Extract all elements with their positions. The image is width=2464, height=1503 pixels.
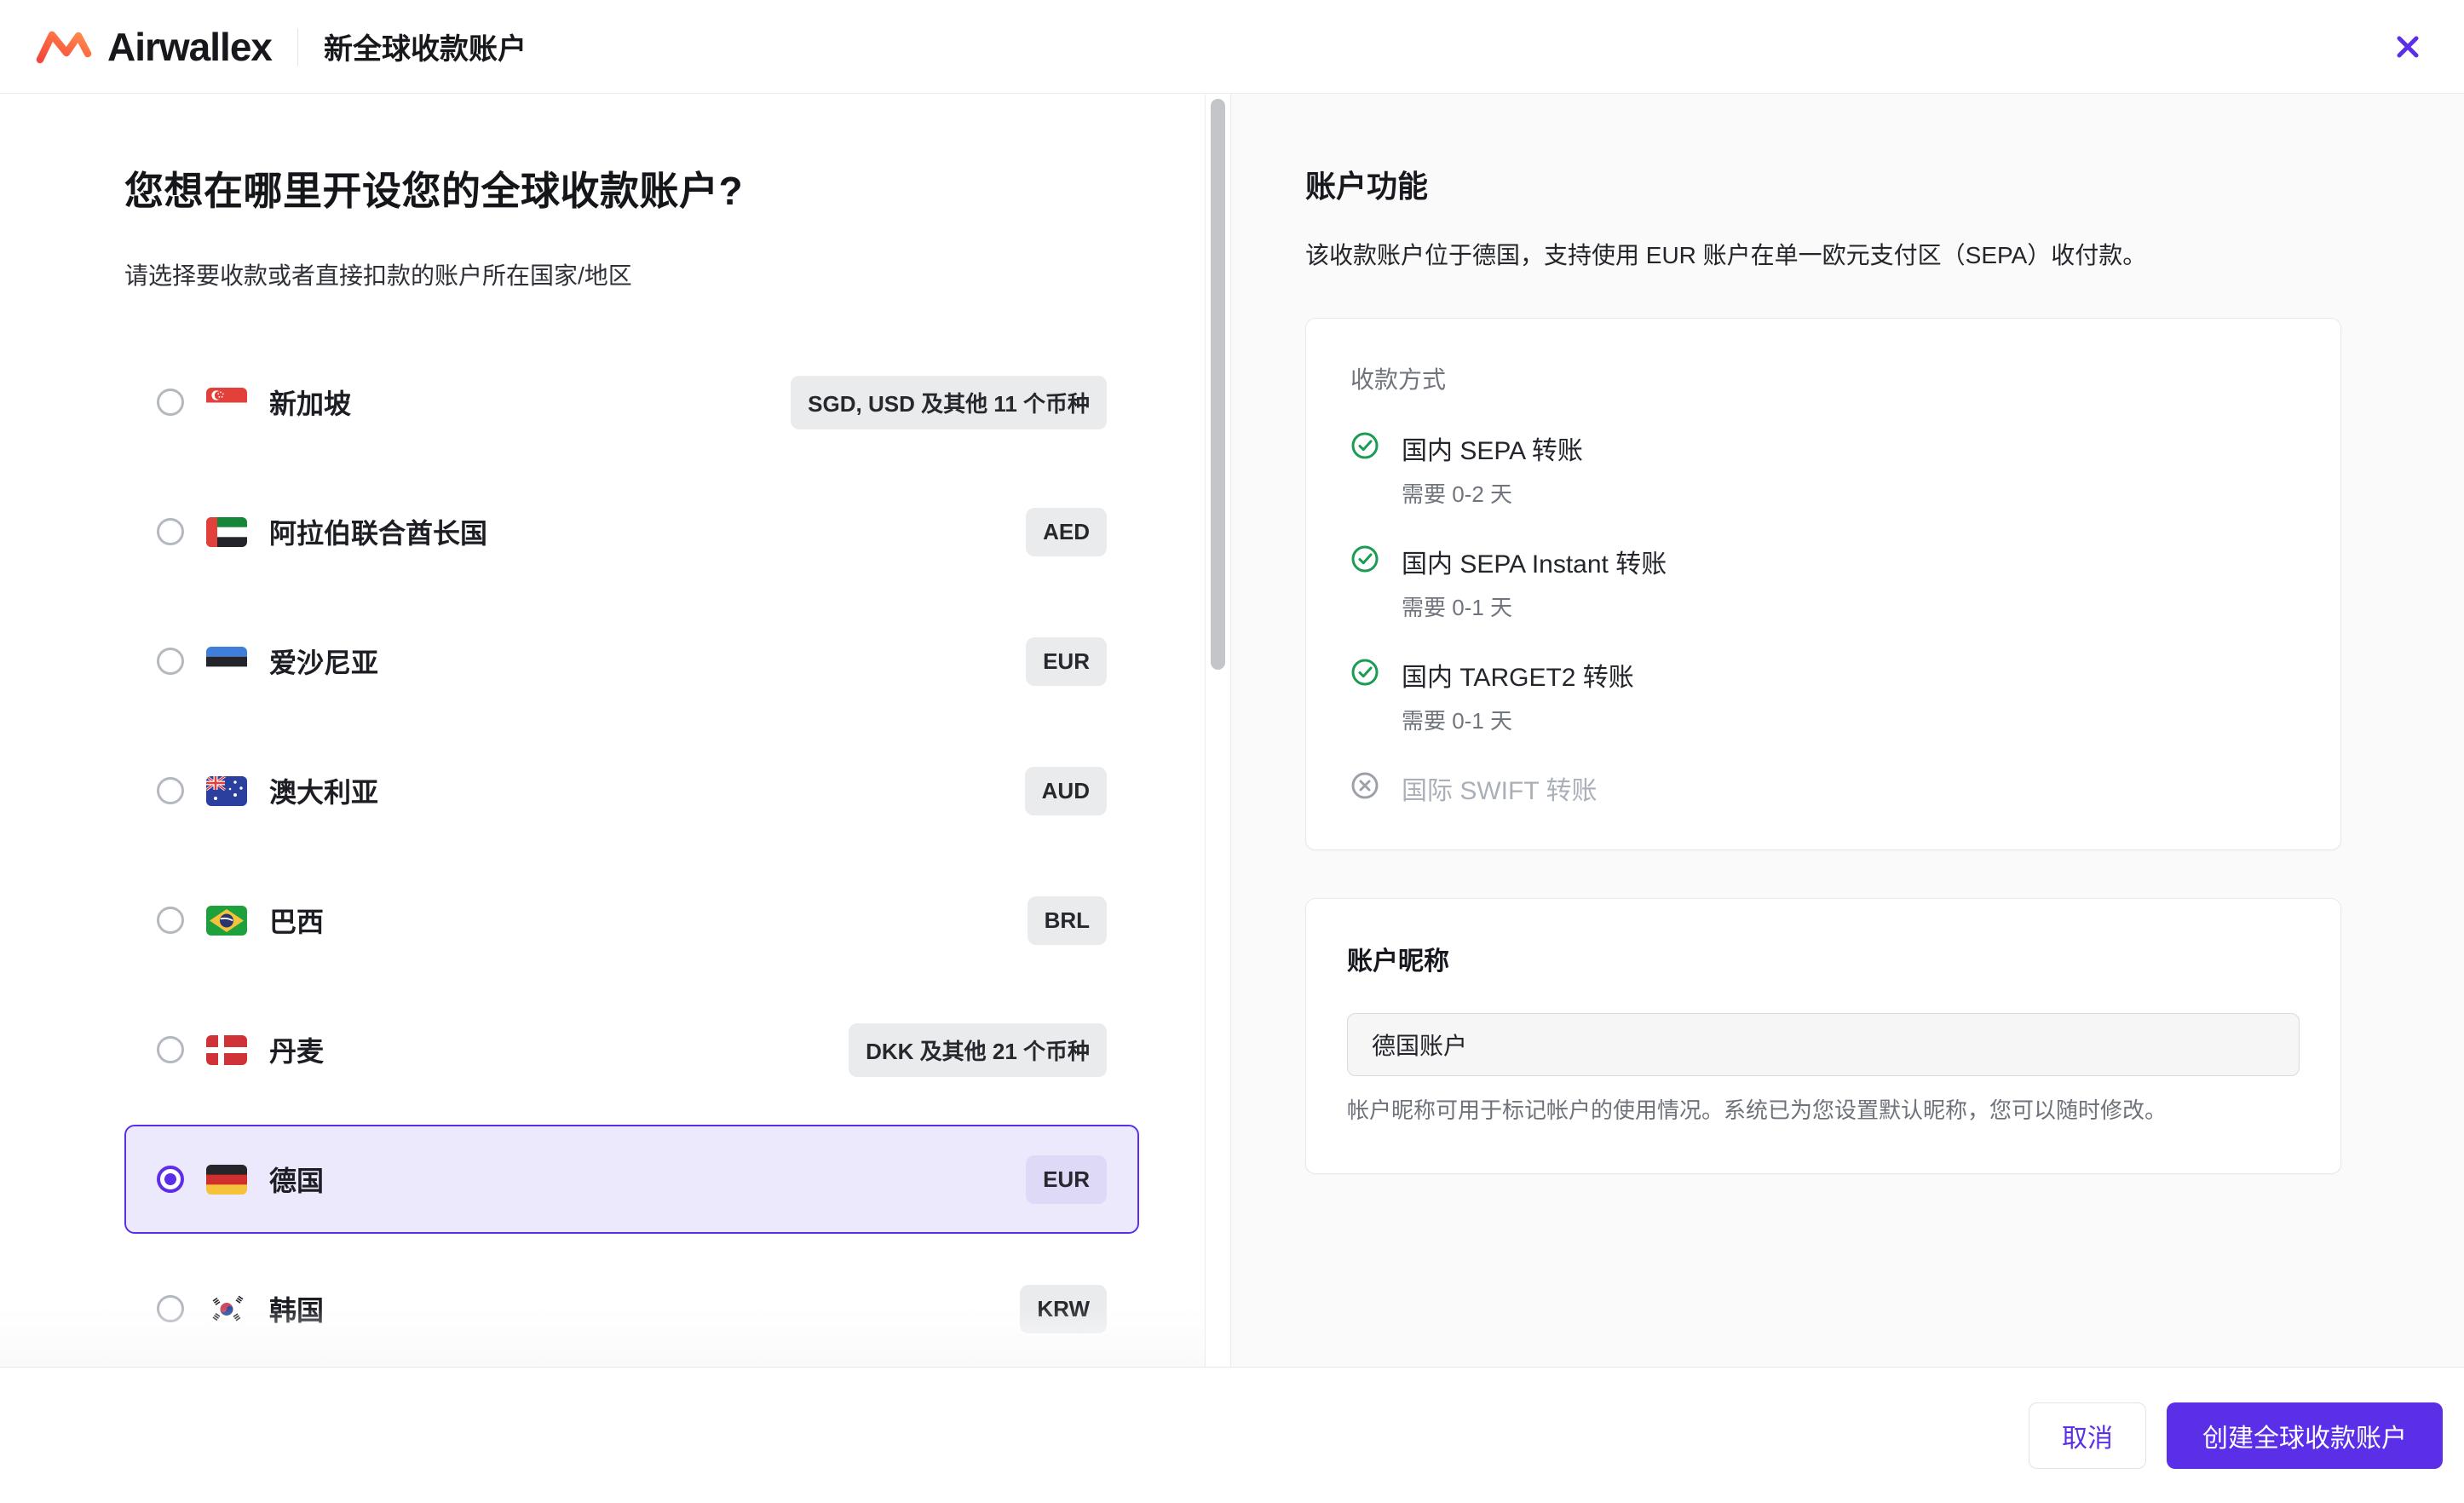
country-question-heading: 您想在哪里开设您的全球收款账户? [124, 169, 744, 213]
method-title: 国内 TARGET2 转账 [1402, 663, 1634, 692]
account-nickname-label: 账户昵称 [1347, 947, 1449, 976]
method-title: 国内 SEPA Instant 转账 [1402, 550, 1667, 579]
radio-australia[interactable] [157, 777, 184, 804]
currency-badge: DKK 及其他 21 个币种 [849, 1022, 1107, 1077]
country-name: 韩国 [269, 1295, 325, 1326]
airwallex-logo: Airwallex [36, 24, 273, 70]
method-title: 国际 SWIFT 转账 [1402, 776, 1598, 805]
page-title: 新全球收款账户 [324, 33, 527, 66]
country-name: 德国 [269, 1166, 325, 1196]
currency-badge: EUR [1026, 636, 1107, 686]
account-nickname-helper: 帐户昵称可用于标记帐户的使用情况。系统已为您设置默认昵称，您可以随时修改。 [1347, 1097, 2168, 1123]
flag-brazil-icon [206, 905, 247, 936]
country-row-estonia[interactable]: 爱沙尼亚 EUR [124, 607, 1139, 716]
currency-badge: AED [1026, 507, 1107, 556]
radio-denmark[interactable] [157, 1036, 184, 1063]
currency-badge: BRL [1027, 895, 1107, 945]
cancel-button[interactable]: 取消 [2029, 1402, 2146, 1469]
create-account-button[interactable]: 创建全球收款账户 [2167, 1402, 2443, 1469]
flag-germany-icon [206, 1164, 247, 1195]
method-title: 国内 SEPA 转账 [1402, 436, 1583, 465]
check-circle-icon [1351, 545, 1379, 573]
country-name: 澳大利亚 [269, 777, 379, 808]
radio-singapore[interactable] [157, 389, 184, 416]
method-duration: 需要 0-1 天 [1402, 594, 1513, 620]
header-divider [297, 27, 298, 66]
modal-footer: 取消 创建全球收款账户 [0, 1367, 2464, 1503]
country-name: 巴西 [269, 907, 325, 937]
flag-singapore-icon [206, 387, 247, 418]
country-question-subtitle: 请选择要收款或者直接扣款的账户所在国家/地区 [124, 262, 632, 289]
scrollbar-thumb[interactable] [1211, 99, 1225, 670]
method-sepa-transfer: 国内 SEPA 转账 需要 0-2 天 [1350, 429, 2296, 509]
currency-badge: SGD, USD 及其他 11 个币种 [791, 375, 1107, 429]
account-nickname-card: 账户昵称 帐户昵称可用于标记帐户的使用情况。系统已为您设置默认昵称，您可以随时修… [1305, 897, 2341, 1174]
radio-germany[interactable] [157, 1166, 184, 1193]
collection-methods-card: 收款方式 国内 SEPA 转账 需要 0-2 天 国内 SEPA Instant [1305, 317, 2341, 850]
method-swift-transfer: 国际 SWIFT 转账 [1350, 769, 2296, 807]
radio-brazil[interactable] [157, 907, 184, 934]
currency-badge: AUD [1024, 766, 1107, 815]
country-row-germany[interactable]: 德国 EUR [124, 1125, 1139, 1234]
flag-estonia-icon [206, 646, 247, 677]
account-features-heading: 账户功能 [1305, 169, 1429, 204]
flag-denmark-icon [206, 1034, 247, 1065]
check-circle-icon [1351, 432, 1379, 459]
country-row-south-korea[interactable]: 韩国 KRW [124, 1254, 1139, 1363]
account-features-pane: 账户功能 该收款账户位于德国，支持使用 EUR 账户在单一欧元支付区（SEPA）… [1230, 94, 2464, 1367]
country-row-australia[interactable]: 澳大利亚 AUD [124, 736, 1139, 845]
collection-methods-label: 收款方式 [1350, 366, 1447, 393]
flag-south-korea-icon [206, 1293, 247, 1324]
country-name: 丹麦 [269, 1036, 325, 1067]
country-select-pane: 您想在哪里开设您的全球收款账户? 请选择要收款或者直接扣款的账户所在国家/地区 [0, 94, 1206, 1367]
flag-australia-icon [206, 775, 247, 806]
modal-header: Airwallex 新全球收款账户 [0, 0, 2464, 94]
account-features-description: 该收款账户位于德国，支持使用 EUR 账户在单一欧元支付区（SEPA）收付款。 [1305, 242, 2147, 268]
method-target2-transfer: 国内 TARGET2 转账 需要 0-1 天 [1350, 656, 2296, 735]
currency-badge: KRW [1020, 1284, 1107, 1333]
country-row-uae[interactable]: 阿拉伯联合酋长国 AED [124, 477, 1139, 586]
country-name: 新加坡 [269, 389, 352, 419]
country-name: 阿拉伯联合酋长国 [269, 518, 488, 549]
account-nickname-input[interactable] [1347, 1012, 2300, 1076]
airwallex-wordmark: Airwallex [107, 24, 273, 69]
modal-body: 您想在哪里开设您的全球收款账户? 请选择要收款或者直接扣款的账户所在国家/地区 [0, 94, 2464, 1367]
radio-uae[interactable] [157, 518, 184, 545]
close-icon [2397, 36, 2419, 57]
radio-south-korea[interactable] [157, 1295, 184, 1322]
method-sepa-instant-transfer: 国内 SEPA Instant 转账 需要 0-1 天 [1350, 543, 2296, 622]
cross-circle-icon [1351, 772, 1379, 799]
airwallex-logo-icon [36, 31, 92, 63]
country-row-brazil[interactable]: 巴西 BRL [124, 866, 1139, 975]
close-button[interactable] [2384, 23, 2432, 71]
radio-estonia[interactable] [157, 648, 184, 675]
country-list: 新加坡 SGD, USD 及其他 11 个币种 阿拉伯联合酋长国 AED 爱沙尼… [124, 348, 1139, 1363]
method-duration: 需要 0-1 天 [1402, 707, 1513, 734]
check-circle-icon [1351, 659, 1379, 686]
country-row-singapore[interactable]: 新加坡 SGD, USD 及其他 11 个币种 [124, 348, 1139, 457]
method-duration: 需要 0-2 天 [1402, 481, 1513, 507]
flag-uae-icon [206, 516, 247, 547]
currency-badge: EUR [1026, 1155, 1107, 1204]
country-row-denmark[interactable]: 丹麦 DKK 及其他 21 个币种 [124, 995, 1139, 1104]
left-pane-scrollbar [1206, 94, 1230, 1367]
country-name: 爱沙尼亚 [269, 648, 379, 678]
